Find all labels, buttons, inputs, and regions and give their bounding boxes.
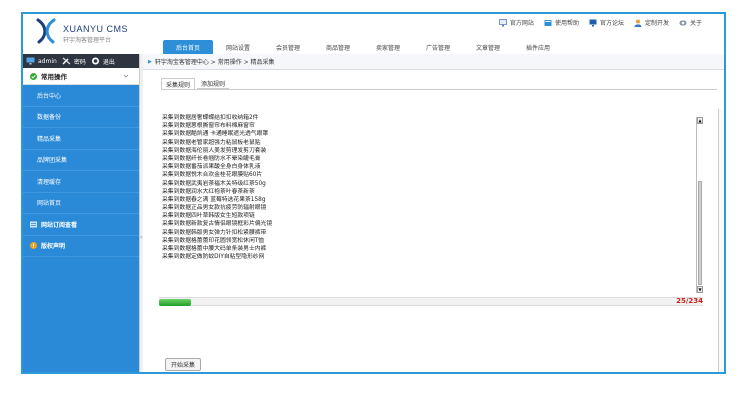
sidebar-item-site-home[interactable]: 网站首页: [23, 193, 139, 214]
collect-log[interactable]: 采集到数据居奢蝶蝶结扣扣收纳箱2件 采集到数据蒽根撕窗帘布料棉麻窗帘 采集到数据…: [159, 113, 703, 293]
tab-divider: [161, 89, 717, 90]
sidebar: admin 密码 退出 常用操作 后台中心 数据备份 精品采集 品牌团采集 清理…: [23, 54, 139, 372]
logo-name: XUANYU CMS: [63, 24, 129, 34]
username: admin: [38, 57, 57, 65]
scroll-up-icon[interactable]: ▲: [697, 117, 703, 124]
chevron-down-icon: [123, 74, 129, 78]
sidebar-item-label: 品牌团采集: [37, 157, 68, 165]
log-line: 采集到数据武夷岩茶福木关特级红茶50g: [162, 180, 266, 187]
tab-collect-rules[interactable]: 采集规则: [161, 78, 196, 89]
main-content: ▶ 轩宇淘宝客管理中心 > 常用操作 > 精品采集 采集规则 添加规则 采集到数…: [143, 54, 724, 372]
nav-tab-plugins[interactable]: 插件应用: [513, 40, 563, 54]
nav-bar: 后台首页 网站设置 会员管理 商品管理 卖家管理 广告管理 文章管理 插件应用: [23, 40, 724, 54]
nav-tab-site-settings[interactable]: 网站设置: [213, 40, 263, 54]
nav-tab-articles[interactable]: 文章管理: [463, 40, 513, 54]
app-window: XUANYU CMS 轩宇淘客管理平台 官方网站 使用帮助 官方论坛 定制开发: [21, 12, 726, 374]
sidebar-section-subscriptions[interactable]: 网站订阅查看: [23, 214, 139, 236]
log-line: 采集到数据纤长卷翘防水不晕染睫毛膏: [162, 155, 261, 162]
log-line: 采集到数据润水大红袍茶叶春茶新茶: [162, 188, 255, 195]
menu-header-common[interactable]: 常用操作: [23, 68, 139, 85]
log-line: 采集到数据格蕾蕾印花圆领宽松休闲T恤: [162, 237, 265, 244]
nav-tab-products[interactable]: 商品管理: [313, 40, 363, 54]
sidebar-section-label: 版权声明: [41, 243, 66, 251]
scroll-down-icon[interactable]: ▼: [697, 286, 703, 293]
toplink-label: 官方论坛: [599, 20, 624, 27]
sidebar-item-admin-center[interactable]: 后台中心: [23, 85, 139, 107]
top-links: 官方网站 使用帮助 官方论坛 定制开发 关于: [499, 18, 702, 27]
sidebar-item-backup[interactable]: 数据备份: [23, 107, 139, 128]
log-line: 采集到数据四叶草韩版女生短款项链: [162, 213, 255, 220]
log-line: 采集到数据酷凯通 卡通睡眠遮光透气眼罩: [162, 131, 269, 138]
toplink-label: 官方网站: [509, 20, 534, 27]
progress-fill: [159, 299, 191, 306]
sidebar-item-label: 精品采集: [37, 135, 62, 143]
nav-tab-sellers[interactable]: 卖家管理: [363, 40, 413, 54]
list-icon: [30, 221, 37, 228]
menu-header-label: 常用操作: [41, 73, 67, 81]
scrollbar-thumb[interactable]: [698, 181, 702, 285]
book-icon: [544, 19, 552, 26]
toplink-label: 定制开发: [644, 20, 669, 27]
toplink-label: 使用帮助: [554, 20, 579, 27]
log-line: 采集到数据悦木合欢金桂花眼膜贴60片: [162, 172, 263, 179]
log-line: 采集到数据春之满 蓝莓特选花果茶158g: [162, 196, 266, 203]
nav-tab-ads[interactable]: 广告管理: [413, 40, 463, 54]
user-bar: admin 密码 退出: [23, 54, 139, 68]
sidebar-item-label: 后台中心: [37, 92, 62, 100]
sidebar-item-label: 数据备份: [37, 114, 62, 122]
toplink-forum[interactable]: 官方论坛: [589, 18, 624, 27]
warning-icon: [30, 242, 37, 250]
log-line: 采集到数据蒽根撕窗帘布料棉麻窗帘: [162, 123, 255, 130]
toplink-label: 关于: [689, 20, 702, 27]
power-icon: [91, 57, 99, 65]
header: XUANYU CMS 轩宇淘客管理平台 官方网站 使用帮助 官方论坛 定制开发: [23, 14, 724, 54]
sub-tabs: 采集规则 添加规则: [161, 78, 230, 89]
sidebar-item-label: 清理缓存: [37, 178, 62, 186]
nav-tab-home[interactable]: 后台首页: [163, 40, 213, 54]
log-line: 采集到数据老管家超强力粘鼠板老鼠贴: [162, 139, 261, 146]
user-icon: [634, 19, 642, 27]
monitor-icon: [499, 18, 507, 26]
progress-count: 25/234: [676, 297, 703, 305]
logout-link[interactable]: 退出: [103, 57, 115, 66]
wrench-icon: [62, 57, 71, 65]
tab-add-rule[interactable]: 添加规则: [197, 78, 230, 89]
check-circle-icon: [30, 72, 37, 80]
password-link[interactable]: 密码: [74, 57, 86, 66]
toplink-help[interactable]: 使用帮助: [544, 18, 579, 27]
log-line: 采集到数据新款复古情侣眼镜框彩片偏光镜: [162, 221, 273, 228]
log-line: 采集到数据番茄派果酸全身白身体乳液: [162, 164, 261, 171]
toplink-website[interactable]: 官方网站: [499, 18, 534, 27]
log-line: 采集到数据居奢蝶蝶结扣扣收纳箱2件: [162, 115, 259, 121]
log-line: 采集到数据定做防蚊DIY自粘型隐形纱网: [162, 254, 265, 261]
log-line: 采集到数据海伦丽人美发剪理发剪刀套装: [162, 147, 267, 154]
log-lines: 采集到数据居奢蝶蝶结扣扣收纳箱2件 采集到数据蒽根撕窗帘布料棉麻窗帘 采集到数据…: [162, 114, 682, 261]
breadcrumb: ▶ 轩宇淘宝客管理中心 > 常用操作 > 精品采集: [143, 54, 724, 70]
log-line: 采集到数据韩版男女弹力针扣松紧腰裤带: [162, 229, 267, 236]
breadcrumb-arrow-icon: ▶: [148, 58, 152, 65]
start-collect-button[interactable]: 开始采集: [165, 358, 202, 371]
log-line: 采集到数据格蕾中腰大码单条装男士内裤: [162, 246, 267, 252]
progress-bar: 25/234: [159, 297, 703, 306]
info-icon: [679, 20, 687, 25]
sidebar-item-brand-collect[interactable]: 品牌团采集: [23, 150, 139, 171]
sidebar-item-collect[interactable]: 精品采集: [23, 128, 139, 150]
sidebar-item-clear-cache[interactable]: 清理缓存: [23, 171, 139, 193]
log-scrollbar[interactable]: ▲ ▼: [696, 117, 703, 293]
nav-tabs: 后台首页 网站设置 会员管理 商品管理 卖家管理 广告管理 文章管理 插件应用: [163, 40, 563, 54]
toplink-about[interactable]: 关于: [679, 18, 702, 27]
content-scrollbar[interactable]: [718, 109, 724, 372]
toplink-custom[interactable]: 定制开发: [634, 18, 669, 27]
menu-list: 后台中心 数据备份 精品采集 品牌团采集 清理缓存 网站首页 网站订阅查看 版权…: [23, 85, 139, 257]
computer-icon: [26, 57, 35, 65]
sidebar-section-label: 网站订阅查看: [41, 221, 78, 229]
sidebar-item-label: 网站首页: [37, 200, 62, 208]
forum-icon: [589, 19, 597, 26]
log-line: 采集到数据正品男女款抗疲劳防辐射眼镜: [162, 205, 267, 212]
nav-tab-members[interactable]: 会员管理: [263, 40, 313, 54]
breadcrumb-text: 轩宇淘宝客管理中心 > 常用操作 > 精品采集: [154, 59, 275, 66]
sidebar-section-copyright[interactable]: 版权声明: [23, 236, 139, 257]
